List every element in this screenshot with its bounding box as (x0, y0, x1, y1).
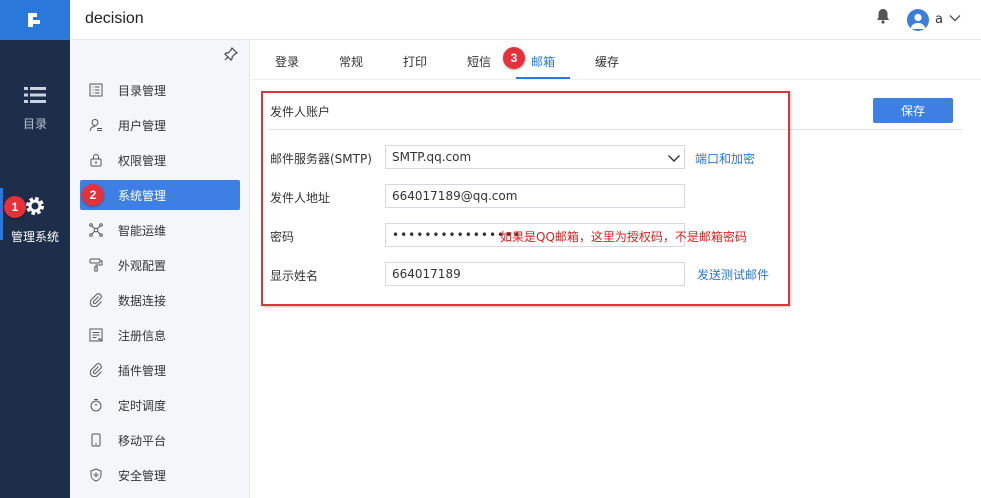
sidebar-item-permission-management[interactable]: 权限管理 (80, 145, 240, 175)
logo-icon (28, 13, 42, 27)
sidebar-item-label: 权限管理 (118, 153, 167, 168)
settings-tabs: 登录 常规 打印 短信 邮箱 缓存 (251, 40, 981, 80)
shield-icon (88, 467, 104, 483)
sidebar-item-label: 外观配置 (118, 258, 167, 273)
tab-print[interactable]: 打印 (403, 53, 427, 70)
sidebar-item-directory-management[interactable]: 目录管理 (80, 75, 240, 105)
sidebar-item-scheduling[interactable]: 定时调度 (80, 390, 240, 420)
user-icon (910, 13, 926, 29)
highlight-box (261, 91, 790, 306)
sidebar-item-registration[interactable]: 注册信息 (80, 320, 240, 350)
tab-cache[interactable]: 缓存 (595, 53, 619, 70)
user-outline-icon (88, 117, 104, 133)
tab-sms[interactable]: 短信 (467, 53, 491, 70)
gear-icon (26, 197, 44, 215)
active-tab-indicator (516, 77, 570, 79)
tab-email[interactable]: 邮箱 (531, 53, 555, 70)
list-icon (24, 87, 46, 103)
sidebar-item-label: 注册信息 (118, 328, 167, 343)
save-button[interactable]: 保存 (873, 98, 953, 123)
paperclip-icon (88, 292, 104, 308)
sidebar-item-label: 智能运维 (118, 223, 167, 238)
rail-item-label: 管理系统 (10, 230, 59, 244)
sidebar-item-appearance[interactable]: 外观配置 (80, 250, 240, 280)
paint-roller-icon (88, 257, 104, 273)
sidebar-item-label: 移动平台 (118, 433, 167, 448)
sidebar-item-label: 插件管理 (118, 363, 167, 378)
timer-icon (88, 397, 104, 413)
mobile-phone-icon (88, 432, 104, 448)
document-list-icon (88, 82, 104, 98)
network-icon (88, 222, 104, 238)
sidebar-item-security-management[interactable]: 安全管理 (80, 460, 240, 490)
sidebar-item-label: 用户管理 (118, 118, 167, 133)
app-title: decision (85, 10, 144, 27)
sidebar-item-user-management[interactable]: 用户管理 (80, 110, 240, 140)
tab-login[interactable]: 登录 (275, 53, 299, 70)
rail-item-directory[interactable]: 目录 (0, 86, 70, 132)
sidebar-item-plugin-management[interactable]: 插件管理 (80, 355, 240, 385)
user-name[interactable]: a (935, 12, 943, 27)
chevron-down-icon[interactable] (948, 11, 962, 25)
plugin-clip-icon (88, 362, 104, 378)
avatar[interactable] (907, 9, 929, 31)
sidebar-item-label: 系统管理 (118, 188, 167, 203)
app-logo[interactable] (0, 0, 70, 40)
registration-icon (88, 327, 104, 343)
tab-general[interactable]: 常规 (339, 53, 363, 70)
step-badge-1: 1 (4, 196, 26, 218)
rail-item-label: 目录 (22, 117, 47, 131)
bell-icon[interactable] (876, 8, 890, 24)
sidebar-item-label: 数据连接 (118, 293, 167, 308)
lock-icon (88, 152, 104, 168)
step-badge-2: 2 (82, 184, 104, 206)
sidebar-item-label: 目录管理 (118, 83, 167, 98)
step-badge-3: 3 (503, 47, 525, 69)
main-rail: 目录 管理系统 (0, 0, 70, 498)
sidebar-item-system-management[interactable]: 系统管理 (80, 180, 240, 210)
sidebar-item-mobile-platform[interactable]: 移动平台 (80, 425, 240, 455)
sidebar-item-label: 定时调度 (118, 398, 167, 413)
secondary-sidebar: 目录管理 用户管理 权限管理 系统管理 智能运维 外观配置 数据连接 注册信息 … (70, 40, 250, 498)
sidebar-item-smart-ops[interactable]: 智能运维 (80, 215, 240, 245)
pin-icon[interactable] (224, 47, 238, 61)
sidebar-item-data-connection[interactable]: 数据连接 (80, 285, 240, 315)
top-bar: decision a (70, 0, 981, 40)
sidebar-item-label: 安全管理 (118, 468, 167, 483)
